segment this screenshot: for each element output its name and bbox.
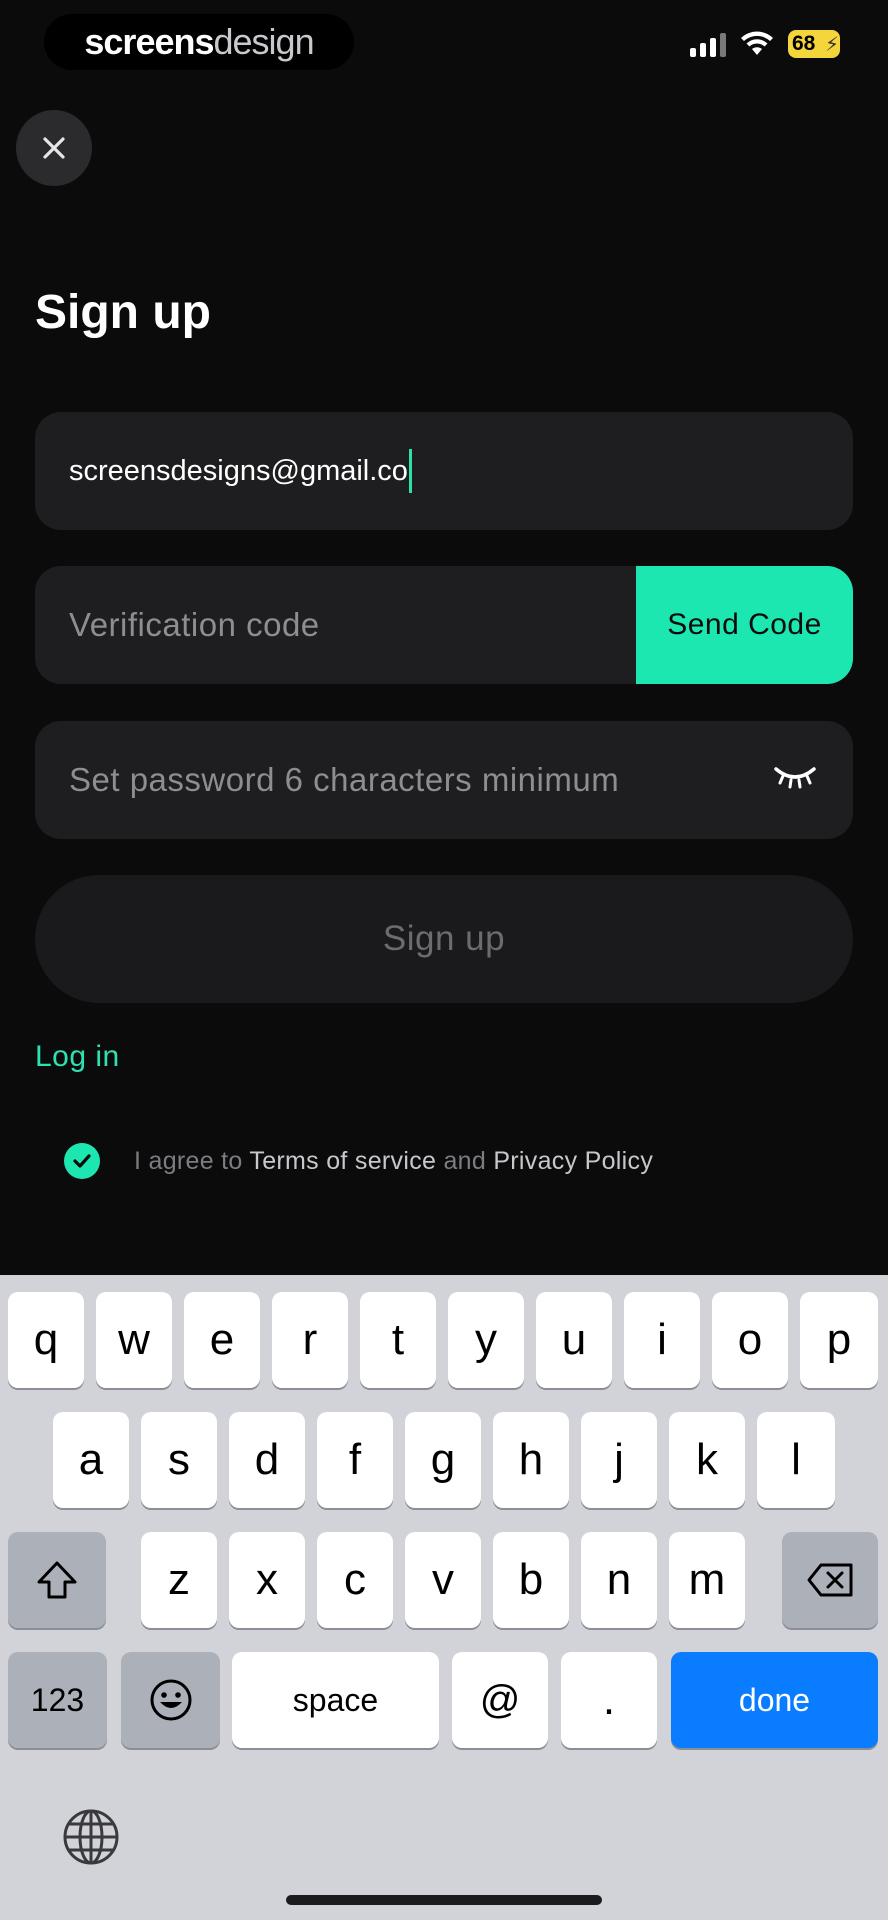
- globe-icon[interactable]: [62, 1808, 120, 1866]
- emoji-key[interactable]: [121, 1652, 220, 1748]
- key-i[interactable]: i: [624, 1292, 700, 1388]
- key-t[interactable]: t: [360, 1292, 436, 1388]
- key-c[interactable]: c: [317, 1532, 393, 1628]
- brand-logo: screens design: [44, 14, 354, 70]
- checkmark-icon: [73, 1154, 91, 1168]
- email-field[interactable]: screensdesigns@gmail.co: [35, 412, 853, 530]
- verification-code-wrap: Verification code: [69, 566, 320, 684]
- key-g[interactable]: g: [405, 1412, 481, 1508]
- key-o[interactable]: o: [712, 1292, 788, 1388]
- agree-checkbox[interactable]: [64, 1143, 100, 1179]
- space-key[interactable]: space: [232, 1652, 439, 1748]
- key-l[interactable]: l: [757, 1412, 835, 1508]
- key-f[interactable]: f: [317, 1412, 393, 1508]
- signup-screen: screens design 68 ⚡ Sign up screensdesign…: [0, 0, 888, 1275]
- key-y[interactable]: y: [448, 1292, 524, 1388]
- key-h[interactable]: h: [493, 1412, 569, 1508]
- shift-key[interactable]: [8, 1532, 106, 1628]
- brand-logo-part2: design: [213, 21, 315, 62]
- verification-code-placeholder: Verification code: [69, 606, 320, 643]
- terms-agreement: I agree to Terms of service and Privacy …: [64, 1143, 653, 1179]
- key-k[interactable]: k: [669, 1412, 745, 1508]
- agreement-prefix: I agree to: [134, 1146, 250, 1175]
- brand-logo-part1: screens: [84, 21, 214, 62]
- key-w[interactable]: w: [96, 1292, 172, 1388]
- key-r[interactable]: r: [272, 1292, 348, 1388]
- page-title: Sign up: [35, 286, 211, 339]
- key-q[interactable]: q: [8, 1292, 84, 1388]
- key-m[interactable]: m: [669, 1532, 745, 1628]
- key-p[interactable]: p: [800, 1292, 878, 1388]
- key-e[interactable]: e: [184, 1292, 260, 1388]
- key-b[interactable]: b: [493, 1532, 569, 1628]
- agreement-text: I agree to Terms of service and Privacy …: [134, 1147, 653, 1176]
- status-icons: 68 ⚡: [690, 30, 840, 58]
- agreement-and: and: [436, 1146, 494, 1175]
- close-icon: [43, 137, 65, 159]
- key-a[interactable]: a: [53, 1412, 129, 1508]
- key-x[interactable]: x: [229, 1532, 305, 1628]
- key-v[interactable]: v: [405, 1532, 481, 1628]
- email-input-value-wrap: screensdesigns@gmail.co: [69, 412, 412, 530]
- text-caret: [408, 449, 412, 493]
- email-input-value: screensdesigns@gmail.co: [69, 454, 408, 487]
- password-wrap: Set password 6 characters minimum: [69, 721, 619, 839]
- log-in-link[interactable]: Log in: [35, 1040, 120, 1074]
- battery-indicator: 68 ⚡: [788, 30, 840, 58]
- key-n[interactable]: n: [581, 1532, 657, 1628]
- wifi-icon: [741, 31, 773, 55]
- key-z[interactable]: z: [141, 1532, 217, 1628]
- send-code-button[interactable]: Send Code: [636, 566, 853, 684]
- home-indicator: [286, 1895, 602, 1905]
- emoji-icon: [150, 1679, 191, 1721]
- privacy-policy-link[interactable]: Privacy Policy: [493, 1147, 653, 1175]
- charging-bolt-icon: ⚡: [824, 34, 839, 56]
- backspace-icon: [807, 1563, 853, 1597]
- terms-of-service-link[interactable]: Terms of service: [249, 1147, 436, 1175]
- done-key[interactable]: done: [671, 1652, 878, 1748]
- numbers-key[interactable]: 123: [8, 1652, 107, 1748]
- shift-icon: [37, 1561, 77, 1599]
- battery-level: 68: [792, 32, 816, 55]
- eye-closed-icon[interactable]: [773, 763, 817, 791]
- backspace-key[interactable]: [782, 1532, 878, 1628]
- cellular-signal-icon: [690, 31, 726, 57]
- verification-code-field[interactable]: Verification code Send Code: [35, 566, 853, 684]
- key-s[interactable]: s: [141, 1412, 217, 1508]
- sign-up-button[interactable]: Sign up: [35, 875, 853, 1003]
- key-j[interactable]: j: [581, 1412, 657, 1508]
- key-d[interactable]: d: [229, 1412, 305, 1508]
- period-key[interactable]: .: [561, 1652, 657, 1748]
- password-field[interactable]: Set password 6 characters minimum: [35, 721, 853, 839]
- key-u[interactable]: u: [536, 1292, 612, 1388]
- password-placeholder: Set password 6 characters minimum: [69, 761, 620, 798]
- at-key[interactable]: @: [452, 1652, 548, 1748]
- on-screen-keyboard: q w e r t y u i o p a s d f g h j k l z …: [0, 1275, 888, 1920]
- close-button[interactable]: [16, 110, 92, 186]
